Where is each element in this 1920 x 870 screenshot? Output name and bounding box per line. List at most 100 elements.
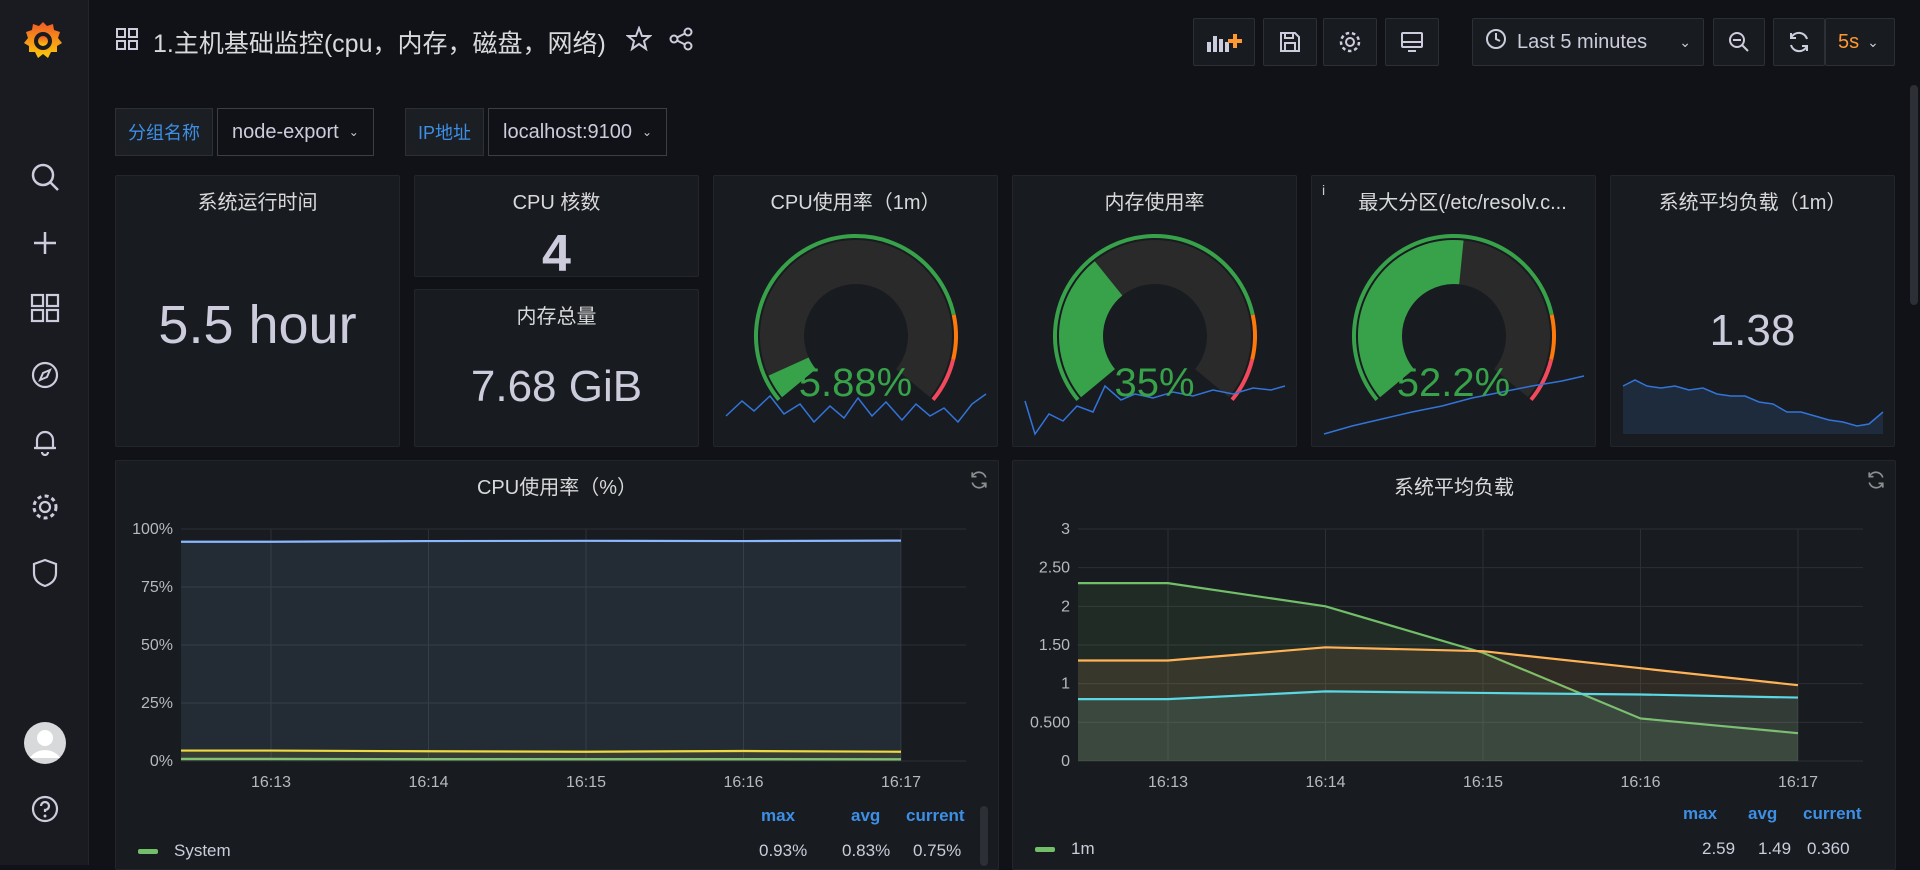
y-tick-label: 0% (150, 753, 173, 770)
grafana-logo-icon[interactable] (20, 18, 66, 64)
y-tick-label: 1.50 (1039, 637, 1070, 654)
legend-swatch (1035, 847, 1055, 852)
x-tick-label: 16:16 (723, 774, 763, 791)
uptime-value: 5.5 hour (116, 294, 399, 356)
series-area (181, 541, 901, 761)
gauge-threshold-orange (1551, 315, 1554, 360)
dashboard-grid-icon (115, 27, 139, 58)
legend-max: 0.93% (759, 841, 807, 861)
legend-header-avg: avg (1748, 804, 1777, 824)
legend-swatch (138, 849, 158, 854)
chevron-down-icon: ⌄ (1867, 34, 1879, 51)
variable-select-ip[interactable]: localhost:9100 ⌄ (488, 108, 667, 156)
chevron-down-icon: ⌄ (349, 125, 359, 139)
cpu-usage-chart: 0%25%50%75%100%16:1316:1416:1516:1616:17 (116, 461, 1000, 801)
gauge-threshold-orange (1252, 315, 1255, 360)
disk-usage-gauge (1312, 176, 1597, 448)
shield-icon[interactable] (0, 553, 89, 593)
load-avg-panel[interactable]: 系统平均负载（1m） 1.38 (1610, 175, 1895, 447)
x-tick-label: 16:13 (1148, 774, 1188, 791)
y-tick-label: 3 (1061, 521, 1070, 538)
dashboard-settings-button[interactable] (1323, 18, 1377, 66)
panel-title: 系统运行时间 (116, 186, 399, 215)
y-tick-label: 1 (1061, 676, 1070, 693)
dashboard-navbar: 1.主机基础监控(cpu，内存，磁盘，网络) Last 5 minutes ⌄ (89, 0, 1920, 84)
x-tick-label: 16:14 (408, 774, 448, 791)
legend-scrollbar[interactable] (980, 806, 988, 866)
variable-value: node-export (232, 121, 339, 144)
variable-select-group[interactable]: node-export ⌄ (217, 108, 374, 156)
refresh-interval-value: 5s (1838, 31, 1859, 54)
x-tick-label: 16:14 (1305, 774, 1345, 791)
zoom-out-button[interactable] (1713, 18, 1765, 66)
load-avg-chart: 00.50011.5022.50316:1316:1416:1516:1616:… (1013, 461, 1897, 801)
refresh-interval-picker[interactable]: 5s ⌄ (1825, 18, 1895, 66)
disk-usage-gauge-panel[interactable]: 最大分区(/etc/resolv.c... i 52.2% (1311, 175, 1596, 447)
refresh-button[interactable] (1773, 18, 1825, 66)
search-icon[interactable] (0, 157, 89, 197)
variable-label: 分组名称 (115, 108, 213, 156)
cpu-usage-gauge (714, 176, 999, 448)
mem-total-panel[interactable]: 内存总量 7.68 GiB (414, 289, 699, 447)
y-tick-label: 2.50 (1039, 560, 1070, 577)
settings-gear-icon[interactable] (0, 487, 89, 527)
x-tick-label: 16:16 (1620, 774, 1660, 791)
legend-avg: 1.49 (1758, 839, 1791, 859)
legend-header-max: max (1683, 804, 1717, 824)
cpu-cores-panel[interactable]: CPU 核数 4 (414, 175, 699, 277)
add-panel-button[interactable] (1193, 18, 1255, 66)
time-range-picker[interactable]: Last 5 minutes ⌄ (1472, 18, 1704, 66)
dashboard-title[interactable]: 1.主机基础监控(cpu，内存，磁盘，网络) (153, 24, 606, 60)
cpu-usage-gauge-panel[interactable]: CPU使用率（1m） 5.88% (713, 175, 998, 447)
legend-series-name[interactable]: System (174, 841, 231, 861)
mem-total-value: 7.68 GiB (415, 362, 698, 412)
save-dashboard-button[interactable] (1263, 18, 1317, 66)
y-tick-label: 100% (132, 521, 173, 538)
variable-value: localhost:9100 (503, 121, 632, 144)
sidebar (0, 0, 89, 865)
mem-usage-gauge (1013, 176, 1298, 448)
chevron-down-icon: ⌄ (1679, 34, 1691, 51)
mem-usage-value: 35% (1013, 361, 1296, 406)
mem-usage-gauge-panel[interactable]: 内存使用率 35% (1012, 175, 1297, 447)
legend-avg: 0.83% (842, 841, 890, 861)
y-tick-label: 0.500 (1030, 714, 1070, 731)
panel-title: CPU 核数 (415, 186, 698, 215)
panel-title: 内存总量 (415, 300, 698, 329)
dashboards-icon[interactable] (0, 288, 89, 328)
series-area (1078, 691, 1798, 761)
x-tick-label: 16:17 (1778, 774, 1818, 791)
x-tick-label: 16:15 (1463, 774, 1503, 791)
share-icon[interactable] (668, 26, 694, 59)
load-avg-graph-panel[interactable]: 系统平均负载 00.50011.5022.50316:1316:1416:151… (1012, 460, 1896, 870)
legend-current: 0.75% (913, 841, 961, 861)
tv-mode-button[interactable] (1385, 18, 1439, 66)
cpu-usage-value: 5.88% (714, 361, 997, 406)
y-tick-label: 2 (1061, 598, 1070, 615)
avatar[interactable] (0, 723, 89, 763)
alerting-bell-icon[interactable] (0, 421, 89, 461)
uptime-panel[interactable]: 系统运行时间 5.5 hour (115, 175, 400, 447)
star-icon[interactable] (626, 26, 652, 59)
x-tick-label: 16:13 (251, 774, 291, 791)
plus-icon[interactable] (0, 223, 89, 263)
legend-header-current: current (1803, 804, 1862, 824)
y-tick-label: 50% (141, 637, 173, 654)
legend-header-current: current (906, 806, 965, 826)
x-tick-label: 16:17 (881, 774, 921, 791)
y-tick-label: 75% (141, 579, 173, 596)
help-icon[interactable] (0, 789, 89, 829)
explore-compass-icon[interactable] (0, 355, 89, 395)
legend-header-max: max (761, 806, 795, 826)
page-scrollbar[interactable] (1910, 85, 1918, 305)
legend-header-avg: avg (851, 806, 880, 826)
legend-current: 0.360 (1807, 839, 1850, 859)
y-tick-label: 25% (141, 695, 173, 712)
cpu-usage-graph-panel[interactable]: CPU使用率（%） 0%25%50%75%100%16:1316:1416:15… (115, 460, 999, 870)
variable-ip-address: IP地址 localhost:9100 ⌄ (405, 108, 667, 156)
variable-label: IP地址 (405, 108, 484, 156)
gauge-threshold-orange (953, 315, 956, 360)
cpu-cores-value: 4 (415, 224, 698, 284)
load-avg-sparkline (1611, 176, 1896, 448)
legend-series-name[interactable]: 1m (1071, 839, 1095, 859)
